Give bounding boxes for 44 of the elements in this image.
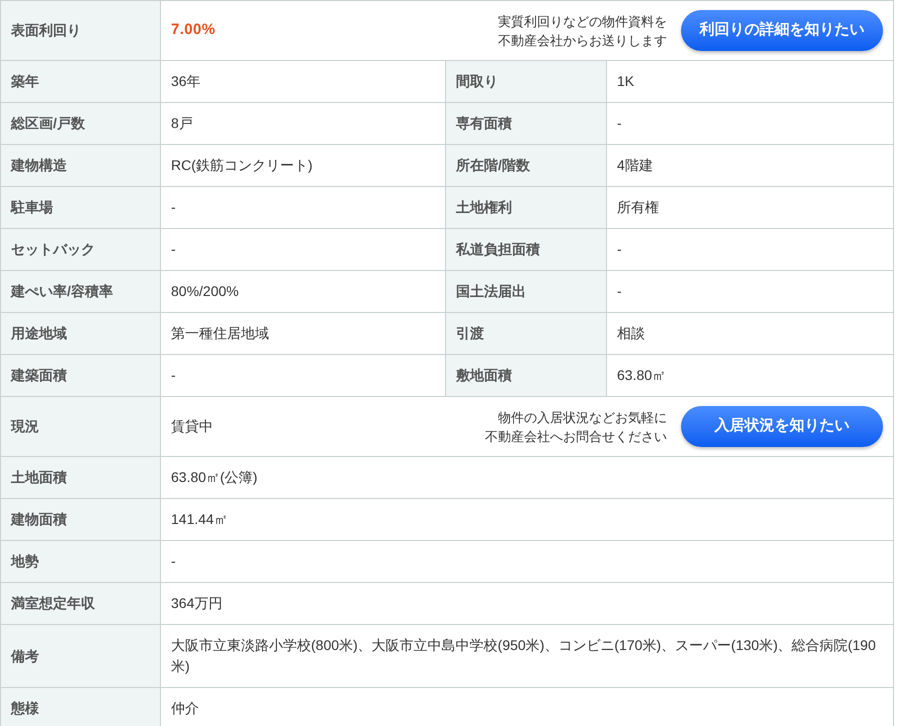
row-label: 引渡 xyxy=(446,313,607,354)
row-value: 所有権 xyxy=(616,198,660,217)
row-label: 専有面積 xyxy=(446,103,607,144)
row-label: 用途地域 xyxy=(1,313,161,354)
row-label: 敷地面積 xyxy=(446,355,607,396)
row-label: 建物構造 xyxy=(1,145,161,186)
note-text: 物件の入居状況などお気軽に 不動産会社へお問合せください xyxy=(485,408,667,446)
row-label: 土地権利 xyxy=(446,187,607,228)
row-label: 間取り xyxy=(446,61,607,102)
row-value: 4階建 xyxy=(616,156,654,175)
row-value: - xyxy=(170,552,177,571)
row-label: 建物面積 xyxy=(1,499,161,540)
row-value: 大阪市立東淡路小学校(800米)、大阪市立中島中学校(950米)、コンビニ(170米)、スーパー(130米)、総合病院(190米) xyxy=(170,636,877,676)
row-label: 国土法届出 xyxy=(446,271,607,312)
row-value: 仲介 xyxy=(170,699,200,718)
row-label: 私道負担面積 xyxy=(446,229,607,270)
row-value: 7.00% xyxy=(171,20,216,40)
row-label: 備考 xyxy=(1,625,161,687)
inquiry-button[interactable]: 入居状況を知りたい xyxy=(681,406,883,447)
row-label: 態様 xyxy=(1,688,161,726)
row-value: 364万円 xyxy=(170,594,224,613)
row-value: - xyxy=(616,282,623,301)
row-label: 築年 xyxy=(1,61,161,102)
row-value: 相談 xyxy=(616,324,646,343)
note-text: 実質利回りなどの物件資料を 不動産会社からお送りします xyxy=(498,12,667,50)
row-value: 63.80㎡(公簿) xyxy=(170,468,258,487)
row-label: 満室想定年収 xyxy=(1,583,161,624)
row-value: 賃貸中 xyxy=(171,417,213,436)
row-label: 所在階/階数 xyxy=(446,145,607,186)
row-label: 地勢 xyxy=(1,541,161,582)
row-value: 1K xyxy=(616,72,636,91)
row-label: 建築面積 xyxy=(1,355,161,396)
row-value: 63.80㎡ xyxy=(616,366,668,385)
row-label: 駐車場 xyxy=(1,187,161,228)
inquiry-button[interactable]: 利回りの詳細を知りたい xyxy=(681,10,883,51)
row-label: セットバック xyxy=(1,229,161,270)
row-label: 土地面積 xyxy=(1,457,161,498)
row-label: 表面利回り xyxy=(1,1,161,60)
row-value: 141.44㎡ xyxy=(170,510,229,529)
row-label: 現況 xyxy=(1,397,161,456)
row-label: 総区画/戸数 xyxy=(1,103,161,144)
row-label: 建ぺい率/容積率 xyxy=(1,271,161,312)
row-value: - xyxy=(616,114,623,133)
row-value: - xyxy=(616,240,623,259)
